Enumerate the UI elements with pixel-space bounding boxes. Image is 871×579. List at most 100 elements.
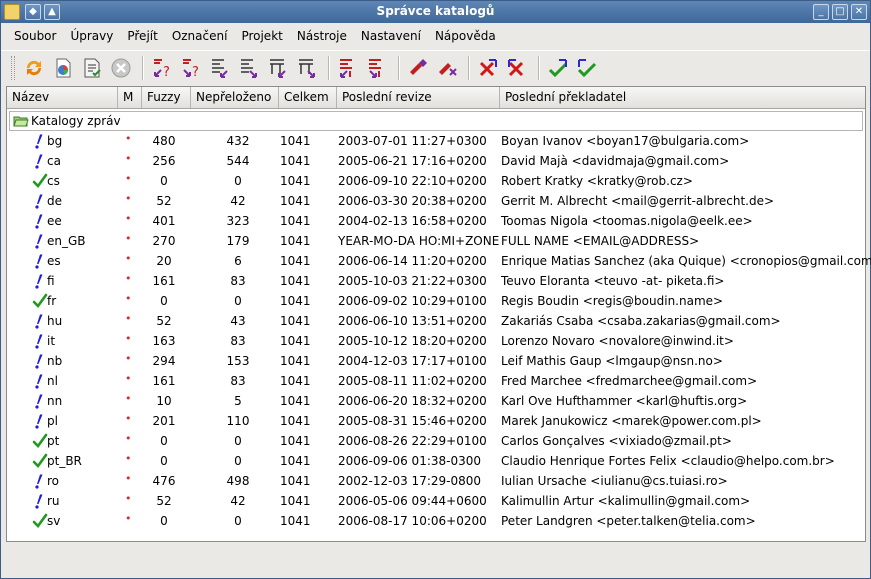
last-revision: 2006-08-17 10:06+0200 <box>338 514 487 528</box>
total-count: 1041 <box>280 414 311 428</box>
complete-check-icon <box>32 433 48 449</box>
incomplete-exclamation-icon <box>32 333 48 349</box>
delete-icon <box>479 58 497 76</box>
table-row[interactable]: hu • 52 43 1041 2006-06-10 13:51+0200 Zakariás… <box>7 311 865 331</box>
menu-item-2[interactable]: Přejít <box>120 29 164 43</box>
menu-item-3[interactable]: Označení <box>165 29 235 43</box>
table-row[interactable]: pt_BR • 0 0 1041 2006-09-06 01:38-0300 Claudio… <box>7 451 865 471</box>
menu-item-1[interactable]: Úpravy <box>63 29 120 43</box>
minimize-icon[interactable]: _ <box>813 4 829 20</box>
table-row[interactable]: ee • 401 323 1041 2004-02-13 16:58+0200 Toomas… <box>7 211 865 231</box>
next-untranslated-button[interactable]: ? <box>149 55 175 81</box>
maximize-icon[interactable]: □ <box>832 4 848 20</box>
mark-button[interactable] <box>405 55 431 81</box>
table-row[interactable]: nb • 294 153 1041 2004-12-03 17:17+0100 Leif M… <box>7 351 865 371</box>
prev-error-button[interactable] <box>294 55 320 81</box>
prev-untranslated-button[interactable] <box>236 55 262 81</box>
column-header-marked[interactable]: M <box>118 87 142 108</box>
complete-check-icon <box>32 513 48 529</box>
fuzzy-count: 52 <box>156 314 172 328</box>
catalog-name: de <box>47 194 62 208</box>
unmark-button[interactable] <box>434 55 460 81</box>
column-header-total[interactable]: Celkem <box>279 87 337 108</box>
prev-marked-icon <box>369 58 381 78</box>
untranslated-count: 0 <box>234 294 242 308</box>
table-row[interactable]: ro • 476 498 1041 2002-12-03 17:29-0800 Iulian… <box>7 471 865 491</box>
prev-marked-button[interactable] <box>364 55 390 81</box>
catalog-list[interactable]: Název M Fuzzy Nepřeloženo Celkem Posledn… <box>6 86 871 542</box>
total-count: 1041 <box>280 174 311 188</box>
table-row[interactable]: nl • 161 83 1041 2005-08-11 11:02+0200 Fred Ma… <box>7 371 865 391</box>
stop-button[interactable] <box>108 55 134 81</box>
table-row[interactable]: es • 20 6 1041 2006-06-14 11:20+0200 Enrique M… <box>7 251 871 271</box>
last-revision: 2003-07-01 11:27+0300 <box>338 134 487 148</box>
table-row[interactable]: fr • 0 0 1041 2006-09-02 10:29+0100 Regis Boud… <box>7 291 865 311</box>
fuzzy-count: 0 <box>160 174 168 188</box>
catalog-name: ro <box>47 474 60 488</box>
last-translator: Robert Kratky <kratky@rob.cz> <box>501 174 693 188</box>
last-revision: 2002-12-03 17:29-0800 <box>338 474 482 488</box>
last-revision: 2006-03-30 20:38+0200 <box>338 194 487 208</box>
list-header: Název M Fuzzy Nepřeloženo Celkem Posledn… <box>7 87 865 109</box>
fuzzy-count: 52 <box>156 194 172 208</box>
menu-item-0[interactable]: Soubor <box>7 29 63 43</box>
catalog-name: cs <box>47 174 60 188</box>
table-row[interactable]: en_GB • 270 179 1041 YEAR-MO-DA HO:MI+ZONE FUL… <box>7 231 865 251</box>
total-count: 1041 <box>280 254 311 268</box>
marked-indicator: • <box>125 172 132 185</box>
table-row[interactable]: sv • 0 0 1041 2006-08-17 10:06+0200 Peter Land… <box>7 511 865 531</box>
incomplete-exclamation-icon <box>32 413 48 429</box>
table-row[interactable]: fi • 161 83 1041 2005-10-03 21:22+0300 Teuvo E… <box>7 271 865 291</box>
column-header-last-translator[interactable]: Poslední překladatel <box>500 87 865 108</box>
catalog-name: bg <box>47 134 63 148</box>
menu-item-7[interactable]: Nápověda <box>428 29 503 43</box>
marked-indicator: • <box>125 472 132 485</box>
untranslated-count: 110 <box>226 414 250 428</box>
menu-item-5[interactable]: Nástroje <box>290 29 354 43</box>
prev-fuzzy-button[interactable]: ? <box>178 55 204 81</box>
next-fuzzy-button[interactable] <box>207 55 233 81</box>
fuzzy-count: 294 <box>152 354 176 368</box>
delete-all-button[interactable] <box>504 55 530 81</box>
table-row[interactable]: it • 163 83 1041 2005-10-12 18:20+0200 Lorenzo… <box>7 331 865 351</box>
catalog-name: pt_BR <box>47 454 82 468</box>
table-row[interactable]: nn • 10 5 1041 2006-06-20 18:32+0200 Karl Ove … <box>7 391 865 411</box>
last-translator: Marek Janukowicz <marek@power.com.pl> <box>501 414 762 428</box>
table-row[interactable]: pt • 0 0 1041 2006-08-26 22:29+0100 Carlos Gon… <box>7 431 865 451</box>
last-revision: 2006-09-10 22:10+0200 <box>338 174 487 188</box>
check-button[interactable] <box>545 55 571 81</box>
svg-text:?: ? <box>192 65 199 79</box>
column-header-last-revision[interactable]: Poslední revize <box>337 87 500 108</box>
total-count: 1041 <box>280 354 311 368</box>
table-row[interactable]: pl • 201 110 1041 2005-08-31 15:46+0200 Marek … <box>7 411 865 431</box>
table-row[interactable]: de • 52 42 1041 2006-03-30 20:38+0200 Gerrit M… <box>7 191 865 211</box>
table-row[interactable]: cs • 0 0 1041 2006-09-10 22:10+0200 Robert Kra… <box>7 171 865 191</box>
total-count: 1041 <box>280 214 311 228</box>
statistics-button[interactable] <box>50 55 76 81</box>
next-error-button[interactable] <box>265 55 291 81</box>
catalog-name: ca <box>47 154 61 168</box>
column-header-fuzzy[interactable]: Fuzzy <box>142 87 191 108</box>
incomplete-exclamation-icon <box>32 473 48 489</box>
group-row-message-catalogs[interactable]: Katalogy zpráv <box>9 111 863 131</box>
menu-item-6[interactable]: Nastavení <box>354 29 428 43</box>
menu-item-4[interactable]: Projekt <box>234 29 289 43</box>
marked-indicator: • <box>125 352 132 365</box>
file-status-button[interactable] <box>79 55 105 81</box>
untranslated-count: 42 <box>230 494 246 508</box>
table-row[interactable]: bg • 480 432 1041 2003-07-01 11:27+0300 Boyan … <box>7 131 865 151</box>
column-header-name[interactable]: Název <box>7 87 118 108</box>
toolbar-grip[interactable] <box>11 55 15 80</box>
incomplete-exclamation-icon <box>32 393 48 409</box>
title-bar[interactable]: ◆ ▲ Správce katalogů _ □ ✕ <box>1 1 870 23</box>
table-row[interactable]: ru • 52 42 1041 2006-05-06 09:44+0600 Kalimull… <box>7 491 865 511</box>
incomplete-exclamation-icon <box>32 133 48 149</box>
delete-button[interactable] <box>475 55 501 81</box>
reload-button[interactable] <box>21 55 47 81</box>
close-icon[interactable]: ✕ <box>851 4 867 20</box>
next-marked-button[interactable] <box>335 55 361 81</box>
table-row[interactable]: ca • 256 544 1041 2005-06-21 17:16+0200 David … <box>7 151 865 171</box>
check-all-button[interactable] <box>574 55 600 81</box>
column-header-untranslated[interactable]: Nepřeloženo <box>191 87 279 108</box>
fuzzy-count: 270 <box>152 234 176 248</box>
